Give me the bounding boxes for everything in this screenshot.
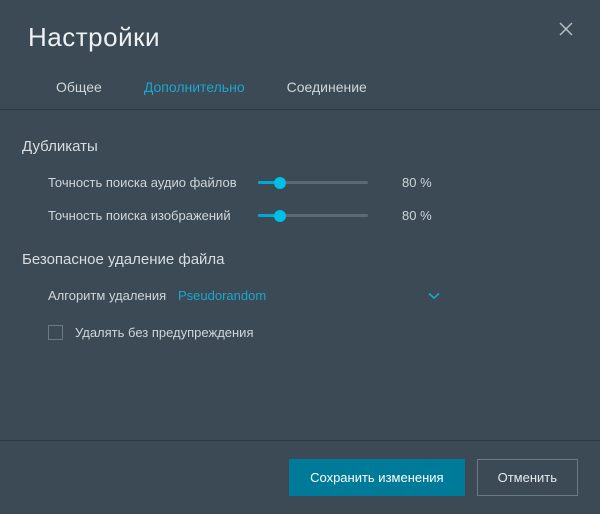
cancel-button[interactable]: Отменить bbox=[477, 459, 578, 496]
settings-window: Настройки Общее Дополнительно Соединение… bbox=[0, 0, 600, 514]
section-secure-delete-title: Безопасное удаление файла bbox=[22, 251, 578, 268]
audio-accuracy-label: Точность поиска аудио файлов bbox=[48, 175, 258, 190]
algorithm-select[interactable]: Pseudorandom bbox=[178, 286, 440, 305]
content: Дубликаты Точность поиска аудио файлов 8… bbox=[0, 110, 600, 440]
delete-without-warning-label: Удалять без предупреждения bbox=[75, 325, 253, 340]
algorithm-value: Pseudorandom bbox=[178, 288, 266, 303]
tabs: Общее Дополнительно Соединение bbox=[0, 61, 600, 110]
image-accuracy-slider[interactable] bbox=[258, 209, 368, 223]
audio-accuracy-slider[interactable] bbox=[258, 176, 368, 190]
delete-without-warning-checkbox[interactable] bbox=[48, 325, 63, 340]
algorithm-label: Алгоритм удаления bbox=[48, 288, 178, 303]
chevron-down-icon bbox=[428, 288, 440, 303]
image-accuracy-label: Точность поиска изображений bbox=[48, 208, 258, 223]
footer: Сохранить изменения Отменить bbox=[0, 440, 600, 514]
audio-accuracy-value: 80 % bbox=[402, 175, 442, 190]
tab-general[interactable]: Общее bbox=[56, 71, 102, 109]
header: Настройки bbox=[0, 0, 600, 61]
algorithm-row: Алгоритм удаления Pseudorandom bbox=[22, 284, 578, 319]
slider-thumb-icon bbox=[274, 177, 286, 189]
tab-connection[interactable]: Соединение bbox=[287, 71, 367, 109]
delete-without-warning-row[interactable]: Удалять без предупреждения bbox=[22, 319, 578, 350]
image-accuracy-value: 80 % bbox=[402, 208, 442, 223]
audio-accuracy-row: Точность поиска аудио файлов 80 % bbox=[22, 171, 578, 204]
save-button[interactable]: Сохранить изменения bbox=[289, 459, 465, 496]
close-button[interactable] bbox=[552, 16, 580, 44]
page-title: Настройки bbox=[28, 22, 572, 53]
close-icon bbox=[559, 20, 573, 41]
image-accuracy-row: Точность поиска изображений 80 % bbox=[22, 204, 578, 237]
slider-thumb-icon bbox=[274, 210, 286, 222]
tab-advanced[interactable]: Дополнительно bbox=[144, 71, 245, 109]
section-duplicates-title: Дубликаты bbox=[22, 138, 578, 155]
